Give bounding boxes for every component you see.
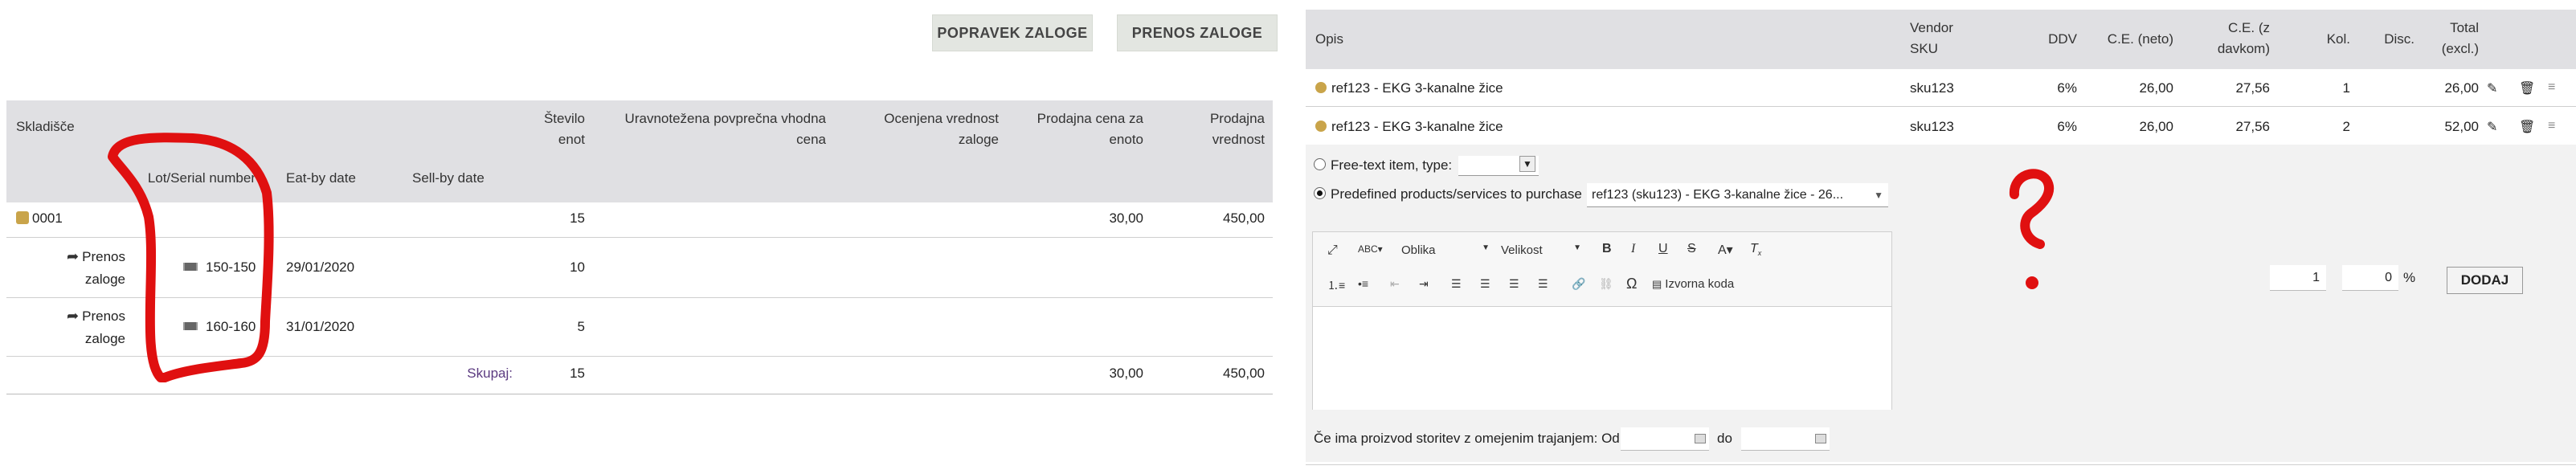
order-line-description[interactable]: ref123 - EKG 3-kanalne žice: [1315, 117, 1503, 137]
order-line-description[interactable]: ref123 - EKG 3-kanalne žice: [1315, 79, 1503, 98]
outdent-icon[interactable]: ⇤: [1390, 277, 1400, 291]
edit-pencil-icon[interactable]: ✎: [2487, 119, 2497, 135]
free-text-radio[interactable]: [1314, 158, 1326, 171]
calendar-icon[interactable]: [1815, 434, 1826, 443]
product-icon: [1315, 120, 1327, 132]
spellcheck-icon[interactable]: ABC▾: [1358, 243, 1383, 255]
special-char-icon[interactable]: Ω: [1626, 276, 1637, 292]
add-line-button[interactable]: DODAJ: [2447, 267, 2523, 294]
order-line-tax: 27,56: [2235, 119, 2270, 134]
stock-panel: POPRAVEK ZALOGE PRENOS ZALOGE Skladišče …: [0, 0, 1278, 474]
font-size-dropdown[interactable]: Velikost ▼: [1501, 243, 1581, 257]
align-center-icon[interactable]: ☰: [1480, 277, 1490, 291]
drag-handle-icon[interactable]: ≡: [2548, 119, 2555, 133]
chevron-down-icon: ▼: [1519, 156, 1535, 172]
unlink-icon[interactable]: ⛓: [1599, 277, 1613, 291]
question-mark-stroke: [2010, 169, 2055, 249]
header-total-excl: Total (excl.): [2441, 20, 2479, 56]
italic-icon[interactable]: I: [1631, 242, 1635, 256]
chevron-down-icon: ▼: [1482, 243, 1490, 252]
discount-input[interactable]: 0: [2342, 265, 2398, 291]
strikethrough-icon[interactable]: S: [1687, 242, 1696, 256]
bulleted-list-icon[interactable]: •≡: [1358, 277, 1368, 290]
period-to-input[interactable]: [1741, 427, 1830, 451]
justify-icon[interactable]: ☰: [1538, 277, 1548, 291]
red-annotation-loop: [108, 133, 274, 382]
order-line-total: 26,00: [2444, 80, 2479, 96]
header-qty: Kol.: [2326, 31, 2350, 47]
indent-icon[interactable]: ⇥: [1419, 277, 1429, 291]
free-text-type-select[interactable]: ▼: [1458, 156, 1539, 176]
qty-input[interactable]: 1: [2270, 265, 2326, 291]
period-from-input[interactable]: [1621, 427, 1709, 451]
align-right-icon[interactable]: ☰: [1509, 277, 1519, 291]
order-line-qty: 1: [2342, 80, 2350, 96]
predefined-option[interactable]: Predefined products/services to purchase: [1314, 185, 1582, 204]
text-color-icon[interactable]: A▾: [1718, 242, 1733, 258]
product-icon: [1315, 81, 1327, 93]
order-line-net: 26,00: [2139, 119, 2173, 134]
order-line-total: 52,00: [2444, 119, 2479, 134]
header-description: Opis: [1315, 31, 1343, 47]
order-line-sku: sku123: [1910, 119, 1954, 134]
panel-bottom-border: [1306, 464, 2576, 465]
numbered-list-icon[interactable]: ⒈≡: [1327, 277, 1345, 293]
question-mark-dot: [2026, 276, 2038, 289]
bold-icon[interactable]: B: [1602, 242, 1612, 256]
source-icon: ▤: [1652, 278, 1662, 290]
align-left-icon[interactable]: ☰: [1451, 277, 1462, 291]
header-unit-price-tax: C.E. (z davkom): [2217, 20, 2270, 56]
description-textarea[interactable]: [1313, 306, 1891, 410]
order-line-tax: 27,56: [2235, 80, 2270, 96]
header-unit-price-net: C.E. (neto): [2107, 31, 2173, 47]
period-to-label: do: [1717, 431, 1732, 446]
discount-unit: %: [2403, 270, 2416, 285]
source-code-button[interactable]: ▤ Izvorna koda: [1652, 277, 1734, 291]
fullscreen-icon[interactable]: ⤢: [1327, 243, 1338, 258]
order-line-qty: 2: [2342, 119, 2350, 134]
order-lines-panel: Opis Vendor SKU DDV C.E. (neto) C.E. (z da…: [1306, 0, 2576, 474]
delete-trash-icon[interactable]: 🗑: [2519, 119, 2535, 135]
order-line-sku: sku123: [1910, 80, 1954, 96]
description-editor: ⤢ ABC▾ Oblika ▼ Velikost ▼ B I U S A▾ Tx ⒈…: [1312, 231, 1892, 410]
add-line-form: Free-text item, type: ▼ Predefined produ…: [1306, 145, 2576, 462]
free-text-option[interactable]: Free-text item, type:: [1314, 156, 1452, 175]
row-divider: [1306, 106, 2576, 107]
red-question-mark: ?: [1997, 159, 2061, 312]
header-discount: Disc.: [2384, 31, 2414, 47]
period-label: Če ima proizvod storitev z omejenim traj…: [1314, 431, 1620, 446]
edit-pencil-icon[interactable]: ✎: [2487, 80, 2497, 96]
format-dropdown[interactable]: Oblika ▼: [1401, 243, 1490, 257]
predefined-product-select[interactable]: ref123 (sku123) - EKG 3-kanalne žice - 2…: [1587, 183, 1888, 207]
underline-icon[interactable]: U: [1658, 242, 1668, 256]
header-vat: DDV: [2048, 31, 2077, 47]
predefined-radio[interactable]: [1314, 187, 1326, 200]
remove-format-icon[interactable]: Tx: [1750, 242, 1761, 257]
delete-trash-icon[interactable]: 🗑: [2519, 80, 2535, 96]
calendar-icon[interactable]: [1695, 434, 1706, 443]
order-lines-header: Opis Vendor SKU DDV C.E. (neto) C.E. (z da…: [1306, 10, 2576, 69]
order-line-vat: 6%: [2057, 119, 2077, 134]
drag-handle-icon[interactable]: ≡: [2548, 80, 2555, 95]
order-line-vat: 6%: [2057, 80, 2077, 96]
chevron-down-icon: ▼: [1874, 190, 1883, 201]
order-line-net: 26,00: [2139, 80, 2173, 96]
header-vendor-sku: Vendor SKU: [1910, 20, 1953, 56]
link-icon[interactable]: 🔗: [1572, 277, 1585, 291]
chevron-down-icon: ▼: [1573, 243, 1581, 252]
